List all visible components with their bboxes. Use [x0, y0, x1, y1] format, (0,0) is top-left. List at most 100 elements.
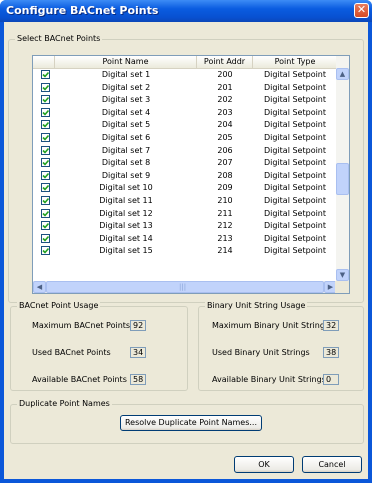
table-row[interactable]: Digital set 7 206 Digital Setpoint: [33, 145, 337, 157]
point-name-cell: Digital set 12: [99, 208, 153, 218]
point-type-cell: Digital Setpoint: [263, 133, 327, 142]
table-row[interactable]: Digital set 15 214 Digital Setpoint: [33, 245, 337, 257]
checkmark-icon: [42, 160, 49, 166]
point-addr-cell: 207: [217, 158, 233, 168]
row-checkbox[interactable]: [41, 107, 50, 117]
point-type-cell: Digital Setpoint: [263, 82, 327, 92]
point-addr-cell: 205: [217, 133, 233, 142]
max-bacnet-points-label: Maximum BACnet Points: [32, 321, 131, 330]
point-addr-cell: 201: [217, 82, 233, 92]
point-name-cell: Digital set 13: [99, 221, 153, 231]
point-type-cell: Digital Setpoint: [263, 221, 327, 231]
checkmark-icon: [42, 248, 49, 255]
table-row[interactable]: Digital set 4 203 Digital Setpoint: [33, 107, 337, 119]
points-list[interactable]: Point Name Point Addr Point Type Digital…: [32, 55, 350, 294]
table-row[interactable]: Digital set 1 200 Digital Setpoint: [33, 69, 337, 81]
checkmark-icon: [42, 197, 49, 204]
row-checkbox[interactable]: [41, 158, 50, 168]
used-binary-strings-field: 38: [323, 347, 339, 358]
point-addr-cell: 206: [217, 145, 233, 155]
point-type-cell: Digital Setpoint: [263, 183, 327, 193]
table-row[interactable]: Digital set 5 204 Digital Setpoint: [33, 119, 337, 131]
row-checkbox[interactable]: [41, 221, 50, 231]
scroll-up-icon[interactable]: ▲: [336, 68, 349, 80]
title-bar[interactable]: Configure BACnet Points ✕: [0, 0, 372, 22]
table-row[interactable]: Digital set 13 212 Digital Setpoint: [33, 220, 337, 232]
point-name-cell: Digital set 6: [101, 133, 151, 142]
checkmark-icon: [42, 172, 49, 179]
point-name-cell: Digital set 4: [101, 107, 151, 117]
table-row[interactable]: Digital set 2 201 Digital Setpoint: [33, 82, 337, 94]
duplicate-names-group-label: Duplicate Point Names: [17, 399, 112, 408]
table-row[interactable]: Digital set 8 207 Digital Setpoint: [33, 157, 337, 169]
table-row[interactable]: Digital set 11 210 Digital Setpoint: [33, 195, 337, 207]
point-addr-cell: 214: [217, 246, 233, 256]
ok-button[interactable]: OK: [234, 456, 294, 473]
point-name-cell: Digital set 5: [101, 120, 151, 130]
checkmark-icon: [42, 235, 49, 242]
row-checkbox[interactable]: [41, 70, 50, 79]
row-checkbox[interactable]: [41, 170, 50, 180]
point-addr-cell: 209: [217, 183, 233, 193]
dialog-window: Configure BACnet Points ✕ Select BACnet …: [0, 0, 372, 483]
table-row[interactable]: Digital set 14 213 Digital Setpoint: [33, 233, 337, 245]
point-type-cell: Digital Setpoint: [263, 196, 327, 205]
point-type-cell: Digital Setpoint: [263, 145, 327, 155]
point-name-cell: Digital set 15: [99, 246, 153, 256]
point-addr-cell: 212: [217, 221, 233, 231]
point-type-cell: Digital Setpoint: [263, 208, 327, 218]
point-name-cell: Digital set 9: [101, 170, 151, 180]
row-checkbox[interactable]: [41, 183, 50, 193]
header-point-name[interactable]: Point Name: [55, 56, 197, 68]
checkmark-icon: [42, 122, 49, 129]
point-addr-cell: 204: [217, 120, 233, 130]
point-name-cell: Digital set 2: [101, 82, 151, 92]
table-row[interactable]: Digital set 3 202 Digital Setpoint: [33, 94, 337, 106]
row-checkbox[interactable]: [41, 246, 50, 256]
row-checkbox[interactable]: [41, 82, 50, 92]
max-binary-strings-field: 32: [323, 320, 339, 331]
header-point-type[interactable]: Point Type: [253, 56, 337, 68]
max-bacnet-points-field: 92: [130, 320, 146, 331]
row-checkbox[interactable]: [41, 133, 50, 142]
bacnet-usage-group-label: BACnet Point Usage: [17, 301, 101, 310]
point-type-cell: Digital Setpoint: [263, 70, 327, 79]
close-icon[interactable]: ✕: [354, 3, 369, 18]
horizontal-scroll-thumb[interactable]: |||: [46, 281, 324, 293]
vertical-scroll-thumb[interactable]: [336, 163, 349, 195]
resolve-duplicates-button[interactable]: Resolve Duplicate Point Names...: [120, 415, 262, 431]
point-addr-cell: 211: [217, 208, 233, 218]
row-checkbox[interactable]: [41, 208, 50, 218]
row-checkbox[interactable]: [41, 196, 50, 205]
point-name-cell: Digital set 10: [99, 183, 153, 193]
row-checkbox[interactable]: [41, 95, 50, 105]
table-row[interactable]: Digital set 9 208 Digital Setpoint: [33, 170, 337, 182]
table-row[interactable]: Digital set 12 211 Digital Setpoint: [33, 208, 337, 220]
point-addr-cell: 210: [217, 196, 233, 205]
table-row[interactable]: Digital set 10 209 Digital Setpoint: [33, 182, 337, 194]
row-checkbox[interactable]: [41, 233, 50, 243]
point-name-cell: Digital set 14: [99, 233, 153, 243]
point-name-cell: Digital set 11: [99, 196, 153, 205]
point-type-cell: Digital Setpoint: [263, 107, 327, 117]
scroll-down-icon[interactable]: ▼: [336, 269, 349, 281]
row-checkbox[interactable]: [41, 145, 50, 155]
scroll-grip-icon: |||: [179, 283, 187, 291]
point-type-cell: Digital Setpoint: [263, 120, 327, 130]
vertical-scrollbar[interactable]: ▲ ▼: [336, 56, 349, 281]
window-title: Configure BACnet Points: [6, 4, 159, 17]
cancel-button[interactable]: Cancel: [302, 456, 362, 473]
checkmark-icon: [42, 185, 49, 192]
scroll-left-icon[interactable]: ◀: [33, 281, 46, 293]
checkmark-icon: [42, 97, 49, 103]
horizontal-scrollbar[interactable]: ◀ ||| ▶: [33, 281, 337, 293]
point-type-cell: Digital Setpoint: [263, 246, 327, 256]
point-type-cell: Digital Setpoint: [263, 95, 327, 105]
table-row[interactable]: Digital set 6 205 Digital Setpoint: [33, 132, 337, 144]
checkmark-icon: [42, 134, 49, 141]
row-checkbox[interactable]: [41, 120, 50, 130]
header-point-addr[interactable]: Point Addr: [197, 56, 253, 68]
header-checkbox-column[interactable]: [33, 56, 55, 68]
checkmark-icon: [42, 71, 49, 78]
used-binary-strings-label: Used Binary Unit Strings: [212, 348, 310, 357]
